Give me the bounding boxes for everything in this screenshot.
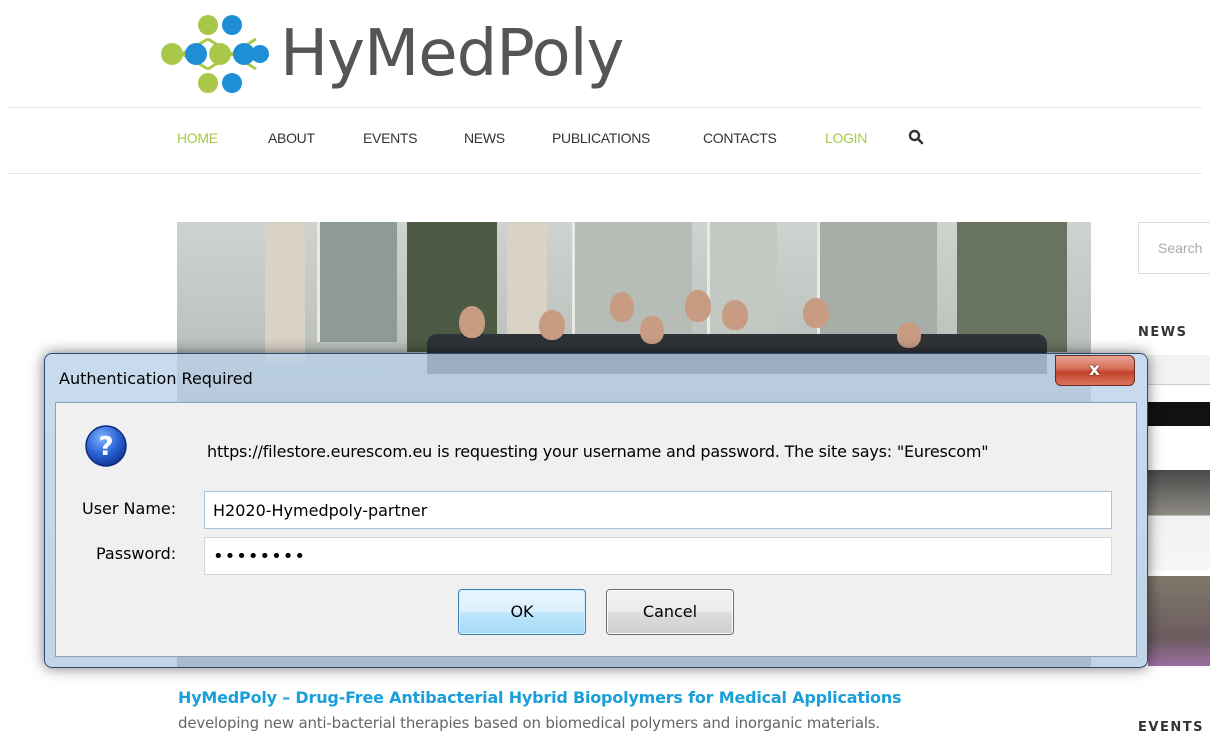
photo-window — [317, 222, 397, 342]
photo-tree — [407, 222, 497, 352]
sidebar-search-input[interactable]: Search — [1138, 222, 1210, 274]
sidebar-search-placeholder: Search — [1158, 240, 1203, 256]
photo-person — [459, 306, 485, 338]
photo-person — [539, 310, 565, 340]
question-icon: ? — [85, 425, 127, 467]
sidebar-news-heading: NEWS — [1138, 325, 1188, 340]
nav-login[interactable]: LOGIN — [825, 130, 867, 146]
nav-publications[interactable]: PUBLICATIONS — [552, 130, 650, 146]
ok-button[interactable]: OK — [458, 589, 586, 635]
nav-home[interactable]: HOME — [177, 130, 218, 146]
search-icon[interactable] — [908, 129, 924, 145]
nav-news[interactable]: NEWS — [464, 130, 505, 146]
svg-text:?: ? — [98, 432, 113, 462]
header-divider — [8, 107, 1202, 108]
post-title-link[interactable]: HyMedPoly – Drug-Free Antibacterial Hybr… — [178, 688, 902, 707]
dialog-content: ? https://filestore.eurescom.eu is reque… — [55, 402, 1137, 657]
auth-message: https://filestore.eurescom.eu is request… — [207, 442, 989, 461]
photo-person — [685, 290, 711, 322]
photo-window — [817, 222, 937, 342]
username-input[interactable] — [205, 492, 1111, 528]
photo-person — [722, 300, 748, 330]
password-label: Password: — [96, 544, 177, 563]
nav-divider — [8, 173, 1202, 174]
photo-tree — [957, 222, 1067, 352]
photo-person — [640, 316, 664, 344]
password-input[interactable] — [205, 538, 1111, 574]
nav-contacts[interactable]: CONTACTS — [703, 130, 777, 146]
news-thumbnail[interactable] — [1148, 355, 1210, 385]
photo-window — [572, 222, 692, 342]
nav-about[interactable]: ABOUT — [268, 130, 315, 146]
close-button[interactable]: x — [1055, 355, 1135, 386]
photo-column — [265, 222, 305, 362]
logo-text: HyMedPoly — [280, 17, 624, 91]
news-thumbnail[interactable] — [1148, 402, 1210, 426]
nav-events[interactable]: EVENTS — [363, 130, 418, 146]
site-logo[interactable]: HyMedPoly — [160, 8, 624, 100]
username-label: User Name: — [82, 499, 177, 518]
molecule-logo-icon — [161, 15, 269, 93]
dialog-title: Authentication Required — [59, 369, 253, 388]
news-thumbnail[interactable] — [1148, 470, 1210, 570]
username-field[interactable] — [204, 491, 1112, 529]
authentication-dialog: Authentication Required x ? https://file… — [44, 353, 1148, 668]
news-thumbnail[interactable] — [1148, 576, 1210, 666]
post-excerpt: developing new anti-bacterial therapies … — [178, 714, 880, 732]
sidebar-events-heading: EVENTS — [1138, 720, 1204, 735]
photo-person — [610, 292, 634, 322]
cancel-button[interactable]: Cancel — [606, 589, 734, 635]
photo-person — [897, 322, 921, 348]
password-field[interactable] — [204, 537, 1112, 575]
photo-person — [803, 298, 829, 328]
close-icon: x — [1089, 360, 1100, 380]
